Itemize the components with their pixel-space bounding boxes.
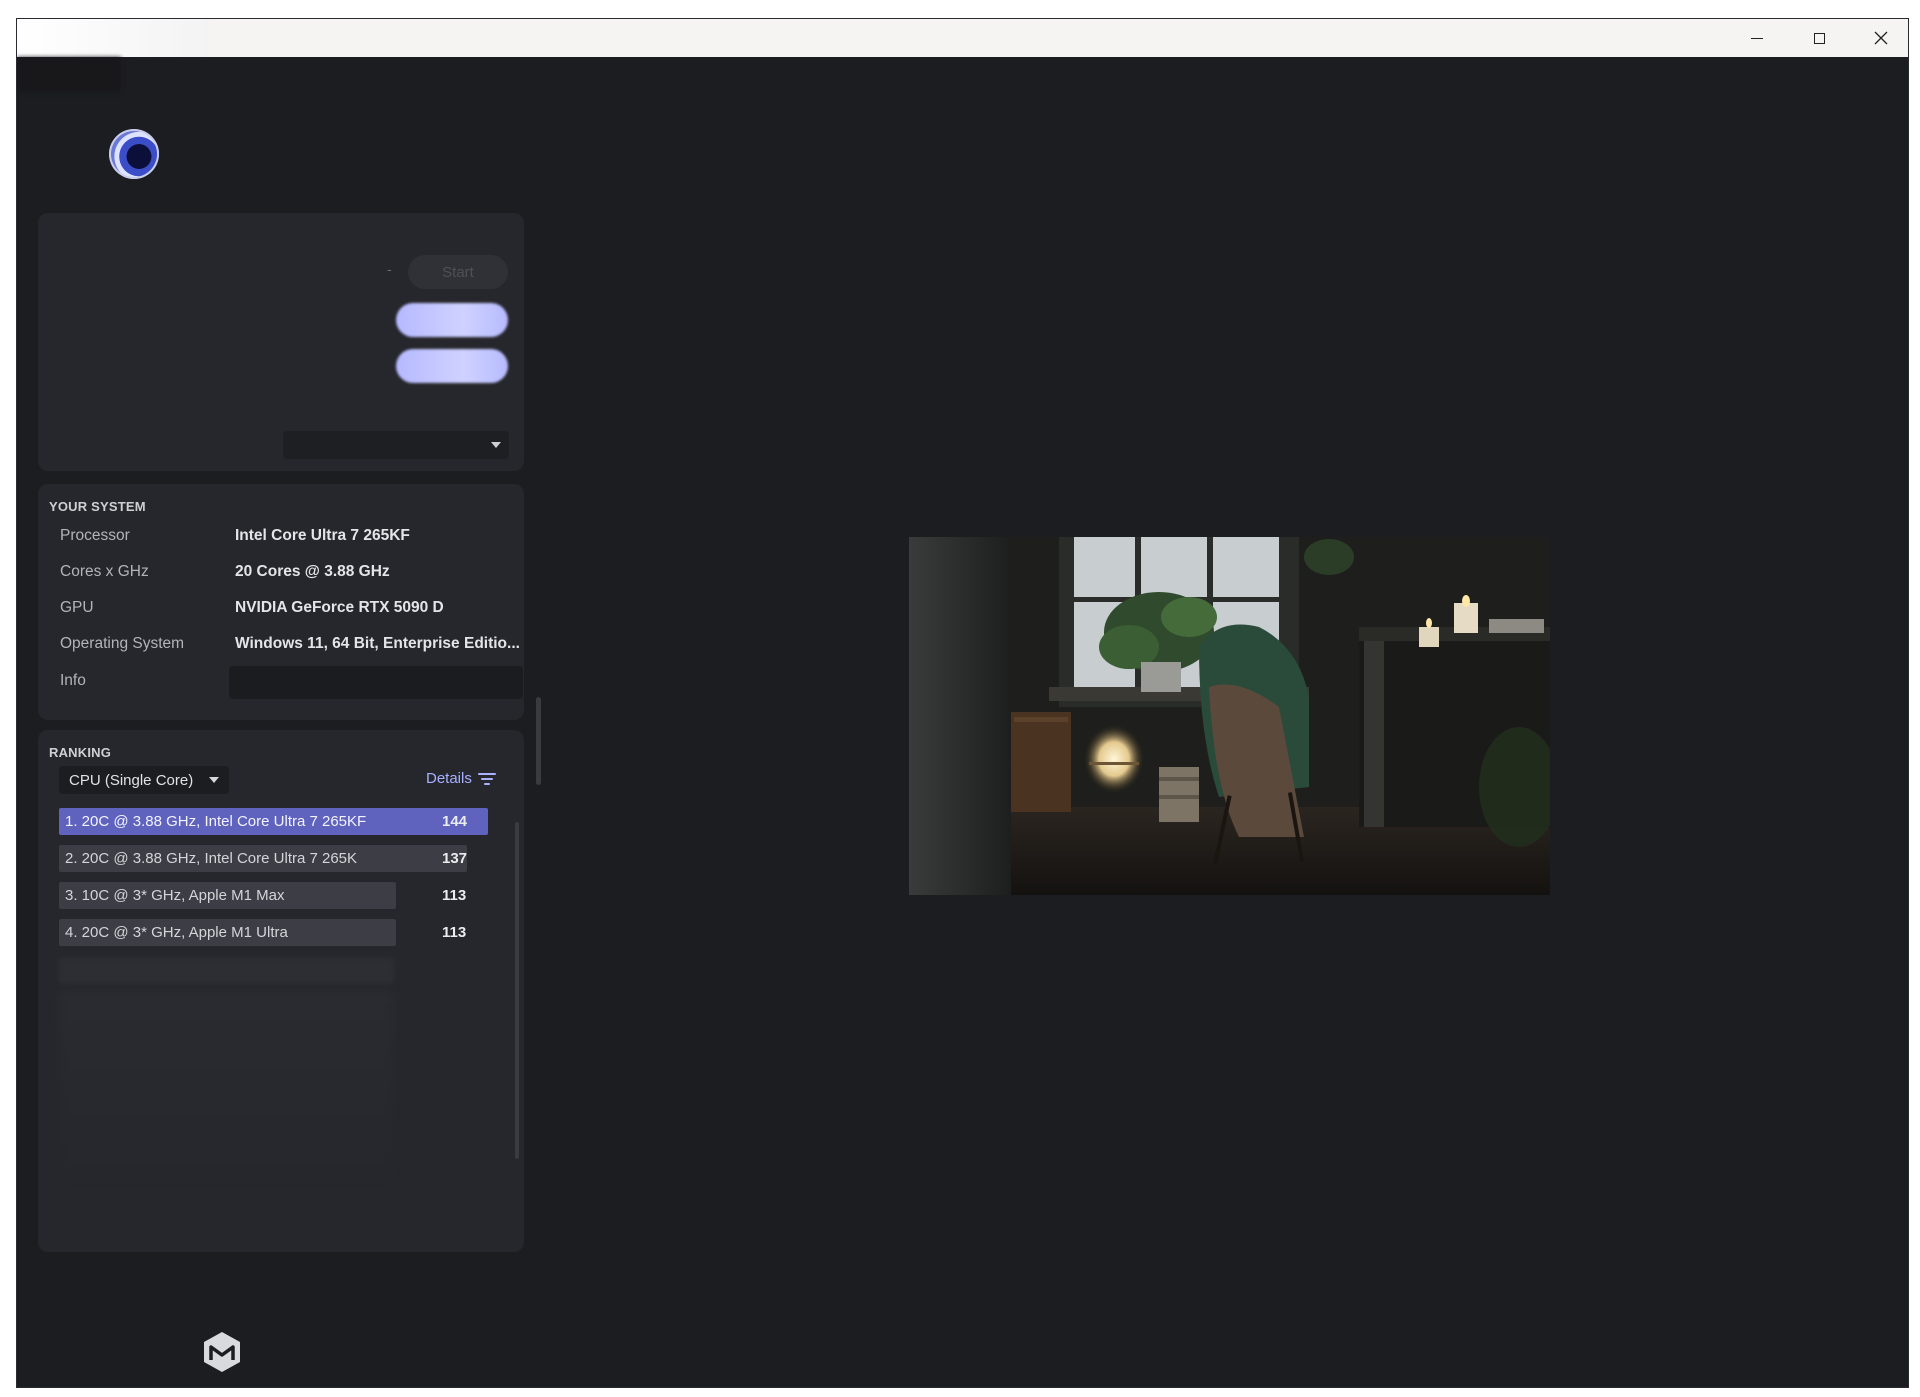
details-label: Details xyxy=(426,770,472,787)
minimize-icon xyxy=(1751,37,1763,39)
render-preview-image xyxy=(909,537,1550,895)
ranking-label: 3. 10C @ 3* GHz, Apple M1 Max xyxy=(65,887,285,904)
ranking-row[interactable]: 4. 20C @ 3* GHz, Apple M1 Ultra 113 xyxy=(59,919,479,947)
ranking-row[interactable]: 1. 20C @ 3.88 GHz, Intel Core Ultra 7 26… xyxy=(59,808,488,836)
sidebar-scrollbar[interactable] xyxy=(536,697,541,785)
system-value: Intel Core Ultra 7 265KF xyxy=(235,527,410,544)
run-test-button-cpu[interactable] xyxy=(396,349,508,383)
ranking-scrollbar[interactable] xyxy=(515,822,519,1159)
system-label: Operating System xyxy=(60,635,185,652)
title-area xyxy=(17,19,209,57)
maximize-button[interactable] xyxy=(1788,19,1850,57)
system-row-info: Info xyxy=(38,666,524,699)
section-title: RANKING xyxy=(49,745,112,760)
system-label: Cores x GHz xyxy=(60,563,149,580)
filter-icon xyxy=(477,772,496,785)
system-value: 20 Cores @ 3.88 GHz xyxy=(235,563,390,580)
your-system-panel: YOUR SYSTEM Processor Intel Core Ultra 7… xyxy=(38,484,524,720)
close-button[interactable] xyxy=(1850,19,1908,57)
app-window: - Start YOUR SYSTEM Processor Intel Core… xyxy=(16,18,1909,1388)
system-row-os: Operating System Windows 11, 64 Bit, Ent… xyxy=(38,629,524,659)
ranking-mode-label: CPU (Single Core) xyxy=(69,772,194,789)
benchmark-controls-panel: - Start xyxy=(38,213,524,471)
ranking-score: 113 xyxy=(442,924,467,941)
section-title: YOUR SYSTEM xyxy=(49,499,146,514)
ranking-list-fade xyxy=(59,990,394,1180)
ranking-label: 1. 20C @ 3.88 GHz, Intel Core Ultra 7 26… xyxy=(65,813,367,830)
test-duration-dropdown[interactable] xyxy=(283,431,509,459)
ranking-row[interactable]: 2. 20C @ 3.88 GHz, Intel Core Ultra 7 26… xyxy=(59,845,479,873)
system-label: GPU xyxy=(60,599,94,616)
system-label: Processor xyxy=(60,527,130,544)
ranking-score: 144 xyxy=(442,813,468,830)
ranking-label: 4. 20C @ 3* GHz, Apple M1 Ultra xyxy=(65,924,288,941)
system-row-processor: Processor Intel Core Ultra 7 265KF xyxy=(38,521,524,551)
system-row-gpu: GPU NVIDIA GeForce RTX 5090 D xyxy=(38,593,524,623)
ranking-list: 1. 20C @ 3.88 GHz, Intel Core Ultra 7 26… xyxy=(59,808,488,1180)
ranking-score: 113 xyxy=(442,887,467,904)
system-row-cores: Cores x GHz 20 Cores @ 3.88 GHz xyxy=(38,557,524,587)
ranking-mode-dropdown[interactable]: CPU (Single Core) xyxy=(59,766,229,794)
separator-text: - xyxy=(387,261,392,277)
start-button[interactable]: Start xyxy=(408,255,508,289)
maxon-logo-icon xyxy=(204,1332,240,1372)
run-test-button-gpu[interactable] xyxy=(396,303,508,337)
ranking-score: 137 xyxy=(442,850,468,867)
ranking-label: 2. 20C @ 3.88 GHz, Intel Core Ultra 7 26… xyxy=(65,850,358,867)
system-value: Windows 11, 64 Bit, Enterprise Editio... xyxy=(235,635,520,652)
system-label: Info xyxy=(60,672,86,689)
maximize-icon xyxy=(1813,32,1825,44)
close-icon xyxy=(1874,31,1888,45)
ranking-row-redacted xyxy=(59,958,394,984)
chevron-down-icon xyxy=(209,777,219,783)
chevron-down-icon xyxy=(491,442,501,448)
ranking-row[interactable]: 3. 10C @ 3* GHz, Apple M1 Max 113 xyxy=(59,882,479,910)
system-value: NVIDIA GeForce RTX 5090 D xyxy=(235,599,444,616)
cinebench-sphere-icon xyxy=(109,129,159,179)
render-preview xyxy=(909,537,1550,895)
ranking-panel: RANKING CPU (Single Core) Details 1. 20C… xyxy=(38,730,524,1252)
info-field[interactable] xyxy=(229,666,523,699)
redacted-menu xyxy=(17,57,121,93)
minimize-button[interactable] xyxy=(1726,19,1788,57)
title-bar xyxy=(17,19,1908,57)
details-button[interactable]: Details xyxy=(426,770,496,787)
